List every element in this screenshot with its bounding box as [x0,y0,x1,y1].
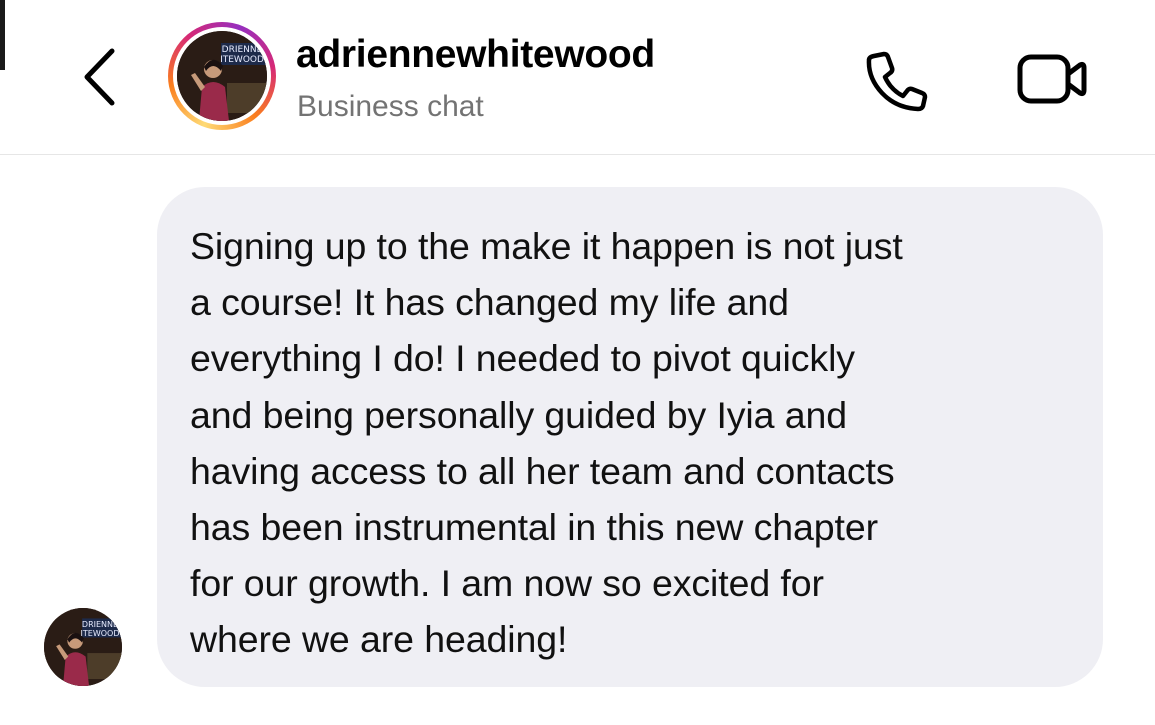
profile-avatar[interactable]: DRIENNE ITEWOOD [168,22,276,130]
chat-header: DRIENNE ITEWOOD adriennewhitewood Busine… [0,0,1155,155]
message-text: Signing up to the make it happen is not … [190,225,903,661]
audio-call-button[interactable] [860,46,932,112]
chat-subtitle: Business chat [297,90,484,123]
chat-username[interactable]: adriennewhitewood [296,33,655,77]
chevron-left-icon [84,48,115,106]
avatar-logo-text: DRIENNE [221,45,263,55]
message-bubble[interactable]: Signing up to the make it happen is not … [157,187,1103,687]
video-call-button[interactable] [1014,48,1090,108]
back-button[interactable] [78,45,122,109]
avatar-logo-text: ITEWOOD [220,55,264,65]
chat-screen: DRIENNE ITEWOOD adriennewhitewood Busine… [0,0,1155,725]
phone-icon [866,51,928,112]
video-camera-icon [1017,54,1087,104]
avatar-logo-text: DRIENNE [81,620,119,629]
sender-avatar[interactable]: DRIENNE ITEWOOD [44,608,122,686]
avatar-photo: DRIENNE ITEWOOD [177,31,267,121]
avatar-logo-text: ITEWOOD [80,629,120,638]
